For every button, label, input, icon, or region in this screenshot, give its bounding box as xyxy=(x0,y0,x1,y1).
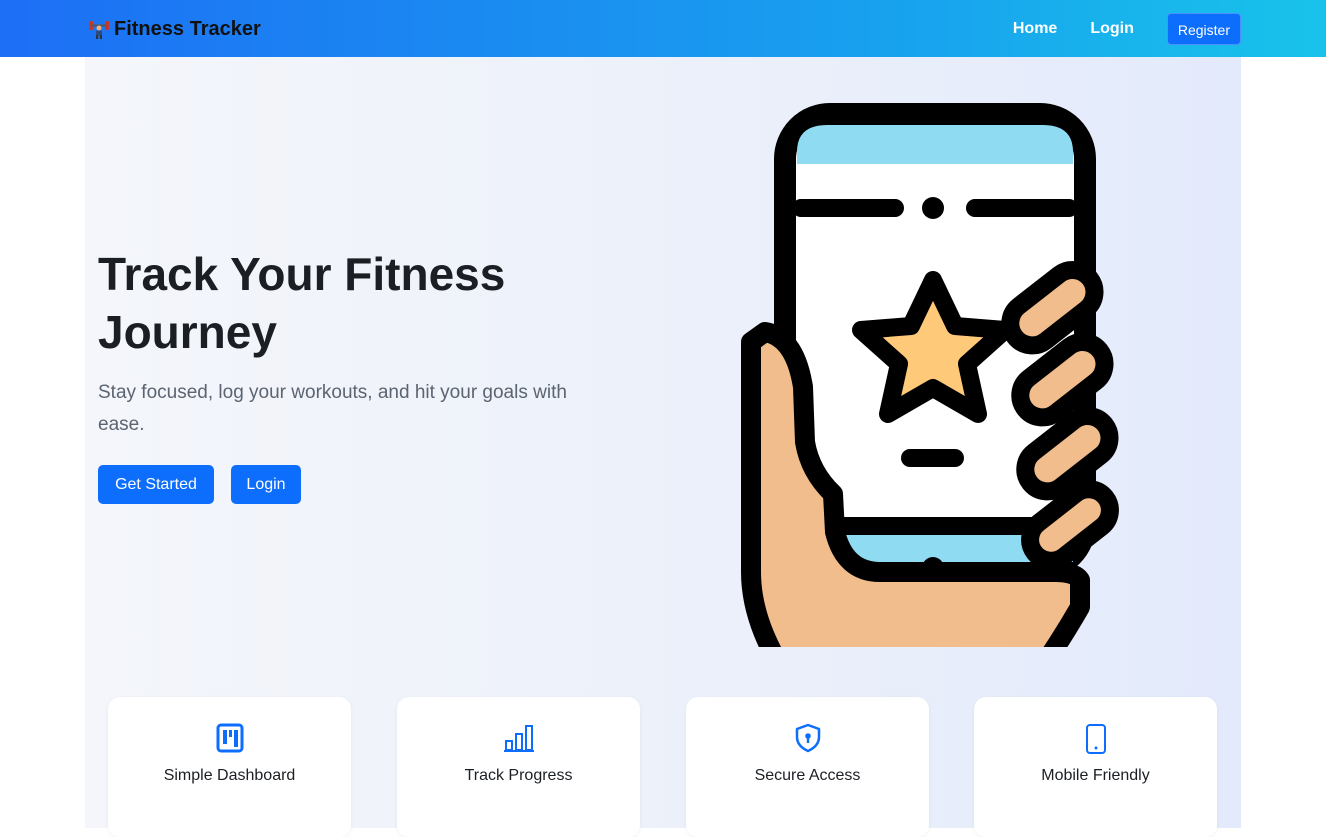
nav-register-button[interactable]: Register xyxy=(1166,13,1241,45)
feature-card-mobile: Mobile Friendly xyxy=(974,697,1217,837)
bar-chart-icon xyxy=(503,725,534,752)
feature-label: Secure Access xyxy=(754,767,861,784)
navbar: Fitness Tracker Home Login Register xyxy=(0,0,1326,57)
feature-label: Track Progress xyxy=(464,767,573,784)
hero-section: Track Your Fitness Journey Stay focused,… xyxy=(85,57,1241,837)
hand-holding-phone-star-icon xyxy=(741,103,1119,647)
brand-name: Fitness Tracker xyxy=(114,17,261,40)
hero-login-button[interactable]: Login xyxy=(231,465,301,504)
weightlifter-icon xyxy=(89,21,109,39)
feature-card-dashboard: Simple Dashboard xyxy=(108,697,351,837)
feature-label: Simple Dashboard xyxy=(163,767,296,784)
hero-title: Track Your Fitness Journey xyxy=(98,248,506,358)
nav-home-link[interactable]: Home xyxy=(1013,13,1057,45)
feature-label: Mobile Friendly xyxy=(1041,767,1150,784)
feature-card-progress: Track Progress xyxy=(397,697,640,837)
hero-subtitle: Stay focused, log your workouts, and hit… xyxy=(98,382,567,435)
get-started-button[interactable]: Get Started xyxy=(98,465,214,504)
shield-lock-icon xyxy=(795,723,820,753)
phone-icon xyxy=(1085,724,1106,754)
nav-login-link[interactable]: Login xyxy=(1090,13,1134,45)
dashboard-icon xyxy=(216,723,243,753)
nav-links: Home Login Register xyxy=(1013,13,1241,45)
brand[interactable]: Fitness Tracker xyxy=(88,16,261,42)
feature-card-secure: Secure Access xyxy=(686,697,929,837)
